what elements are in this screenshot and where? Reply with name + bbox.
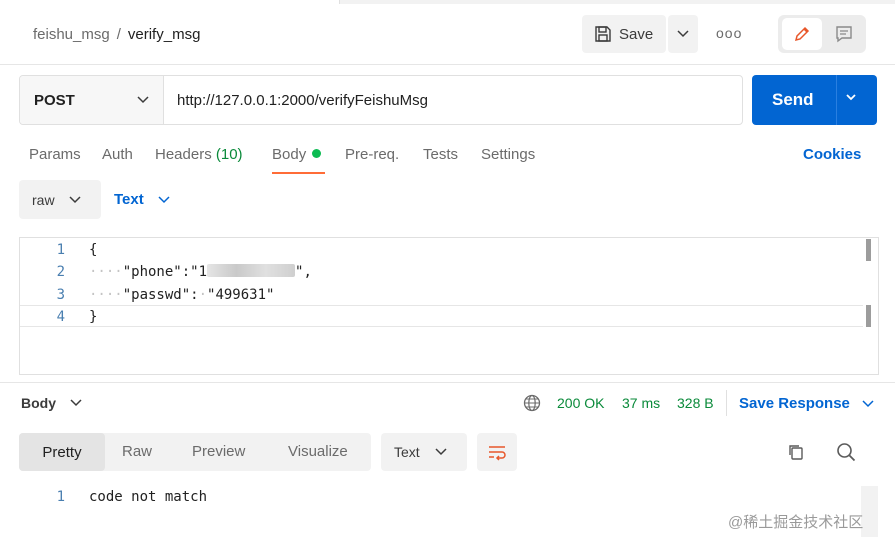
watermark: @稀土掘金技术社区 [728, 514, 864, 531]
tab-headers-label: Headers [155, 146, 212, 163]
current-line-highlight [20, 305, 863, 327]
code-line: ····"phone":"1 ", [89, 264, 312, 280]
active-tab[interactable] [0, 0, 340, 4]
tab-prerequest[interactable]: Pre-req. [345, 146, 399, 163]
view-preview-tab[interactable]: Preview [192, 443, 245, 460]
wrap-lines-icon [489, 446, 506, 461]
code-text: ", [295, 264, 312, 280]
globe-icon[interactable] [523, 394, 541, 417]
method-label: POST [34, 91, 75, 109]
code-line: ····"passwd":·"499631" [89, 287, 274, 303]
vertical-divider [726, 390, 727, 416]
tab-settings[interactable]: Settings [481, 146, 535, 163]
response-divider [0, 382, 895, 383]
search-icon[interactable] [836, 442, 856, 467]
cookies-link[interactable]: Cookies [803, 146, 861, 163]
breadcrumb: feishu_msg / verify_msg [33, 26, 200, 43]
line-number: 2 [56, 264, 65, 280]
editor-scrollbar[interactable] [866, 239, 871, 261]
code-text: "499631" [207, 287, 275, 303]
more-options-button[interactable]: ooo [716, 25, 742, 41]
tab-strip [0, 0, 895, 4]
editor-scroll-marker [866, 305, 871, 327]
active-tab-underline [272, 172, 325, 174]
code-line: { [89, 242, 97, 258]
save-dropdown-button[interactable] [668, 15, 698, 53]
body-indicator-dot [312, 149, 322, 158]
tab-tests[interactable]: Tests [423, 146, 458, 163]
breadcrumb-separator: / [116, 26, 121, 43]
tab-params[interactable]: Params [29, 146, 81, 163]
wrap-lines-button[interactable] [477, 433, 517, 471]
code-text: { [89, 242, 98, 258]
tab-body-label: Body [272, 146, 307, 163]
response-format-label: Text [394, 444, 420, 460]
chevron-down-icon [70, 399, 82, 407]
send-button[interactable] [752, 75, 877, 125]
send-divider [836, 75, 837, 125]
response-scrollbar[interactable] [861, 486, 878, 537]
response-size[interactable]: 328 B [677, 395, 714, 411]
chevron-down-icon [677, 30, 689, 38]
view-pretty-tab[interactable]: Pretty [19, 433, 105, 471]
line-number: 3 [56, 287, 65, 303]
response-section-label: Body [21, 395, 56, 411]
status-code[interactable]: 200 OK [557, 395, 604, 411]
code-text: "passwd": [122, 287, 199, 303]
url-input[interactable]: http://127.0.0.1:2000/verifyFeishuMsg [177, 92, 428, 109]
body-language-select[interactable]: Text [114, 191, 170, 208]
view-visualize-tab[interactable]: Visualize [288, 443, 348, 460]
tab-headers[interactable]: Headers (10) [155, 146, 243, 163]
line-number: 1 [56, 242, 65, 258]
save-button[interactable]: Save [582, 15, 666, 53]
save-response-button[interactable]: Save Response [739, 395, 874, 412]
tab-body[interactable]: Body [272, 146, 322, 163]
save-icon [595, 26, 611, 42]
whitespace-markers: ···· [89, 287, 123, 303]
pencil-icon [794, 26, 810, 42]
response-line-number: 1 [56, 489, 65, 505]
tab-auth[interactable]: Auth [102, 146, 133, 163]
whitespace-markers: ···· [89, 264, 123, 280]
breadcrumb-collection[interactable]: feishu_msg [33, 26, 110, 43]
response-section-select[interactable]: Body [21, 395, 82, 411]
documentation-mode-button[interactable] [826, 18, 862, 50]
chevron-down-icon [435, 448, 447, 456]
method-select[interactable]: POST [20, 76, 164, 124]
chevron-down-icon [862, 399, 874, 407]
send-dropdown-button[interactable] [844, 90, 858, 109]
chevron-down-icon [158, 195, 170, 203]
line-number: 4 [56, 309, 65, 325]
code-line: } [89, 309, 97, 325]
header-divider [0, 64, 895, 65]
breadcrumb-request-name[interactable]: verify_msg [128, 26, 201, 43]
chevron-down-icon [137, 96, 149, 104]
send-label: Send [772, 90, 814, 109]
save-response-label: Save Response [739, 395, 850, 412]
view-raw-tab[interactable]: Raw [122, 443, 152, 460]
code-text: "phone":"1 [122, 264, 208, 280]
body-language-label: Text [114, 191, 144, 208]
comment-icon [836, 26, 852, 43]
body-mode-label: raw [32, 191, 55, 208]
save-label: Save [619, 25, 654, 43]
whitespace-markers: · [198, 287, 208, 303]
redacted-value [207, 264, 296, 277]
chevron-down-icon [846, 94, 856, 101]
copy-icon[interactable] [787, 443, 805, 466]
body-mode-select[interactable]: raw [19, 180, 101, 219]
code-text: } [89, 309, 98, 325]
response-time[interactable]: 37 ms [622, 395, 660, 411]
response-format-select[interactable]: Text [381, 433, 467, 471]
response-line: code not match [89, 489, 208, 505]
edit-mode-button[interactable] [782, 18, 822, 50]
chevron-down-icon [69, 195, 81, 203]
headers-count: (10) [215, 146, 243, 163]
